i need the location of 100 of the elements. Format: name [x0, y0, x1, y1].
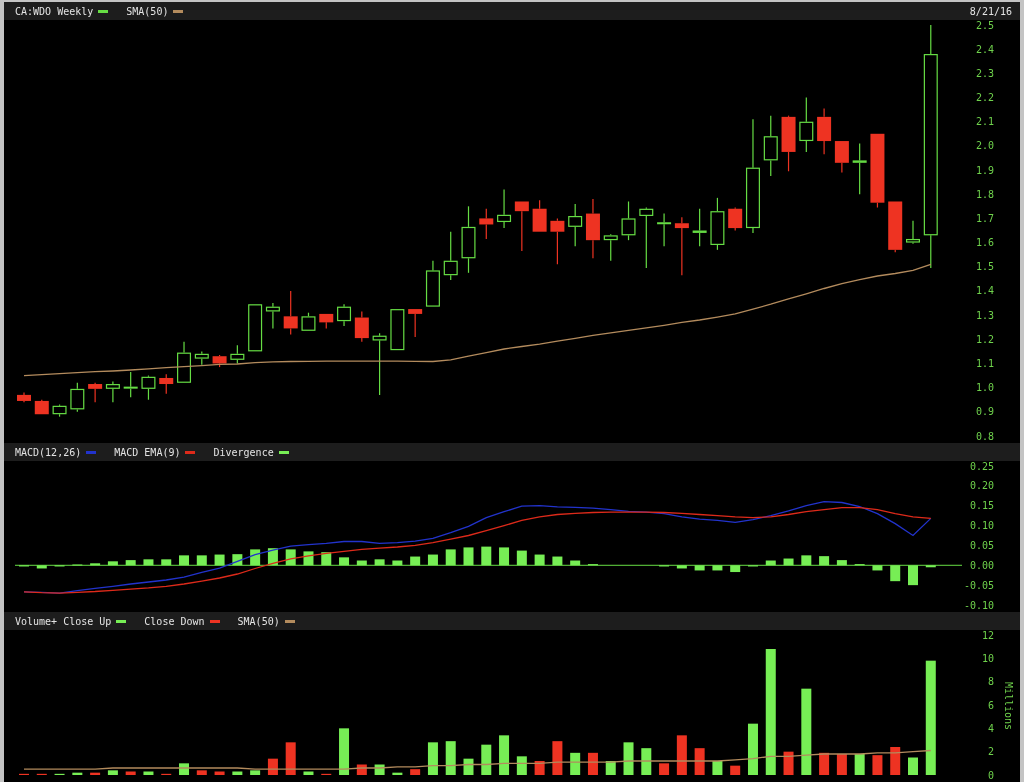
candlestick [70, 382, 85, 413]
axis-tick-label: 1.0 [975, 382, 994, 394]
chart-bar [481, 546, 492, 566]
axis-title: Millions [1002, 681, 1014, 731]
candlestick [390, 309, 405, 351]
chart-bar [410, 769, 421, 775]
chart-bar [659, 763, 670, 775]
chart-bar [854, 754, 865, 775]
chart-bar [267, 548, 278, 566]
candlestick [799, 96, 814, 153]
chart-bar [125, 771, 136, 775]
axis-tick-label: 1.8 [975, 188, 994, 200]
axis-tick-label: 4 [987, 722, 994, 734]
chart-bar [72, 772, 83, 775]
axis-tick-label: 1.4 [975, 285, 994, 297]
chart-bar [321, 552, 332, 566]
chart-bar [196, 555, 207, 566]
legend-label: MACD(12,26) [15, 446, 82, 458]
chart-bar [516, 756, 527, 775]
axis-tick-label: 1.7 [975, 212, 994, 224]
candlestick [817, 107, 832, 155]
axis-tick-label: 0.20 [969, 480, 994, 492]
candlestick [852, 142, 867, 195]
chart-bar [890, 565, 901, 582]
chart-bar [819, 556, 830, 566]
chart-bar [872, 565, 883, 571]
chart-bar [836, 754, 847, 775]
chart-bar [445, 741, 456, 775]
chart-bar [161, 559, 172, 566]
axis-tick-label: 1.5 [975, 261, 994, 273]
chart-bar [801, 555, 812, 566]
axis-tick-label: 2.4 [975, 43, 994, 55]
chart-bar [552, 556, 563, 566]
chart-bar [125, 560, 136, 566]
candlestick [159, 373, 174, 395]
chart-bar [285, 549, 296, 566]
chart-bar [534, 761, 545, 775]
candlestick [906, 220, 920, 245]
chart-date: 8/21/16 [969, 5, 1012, 17]
candlestick [230, 344, 245, 365]
chart-bar [676, 565, 687, 569]
axis-tick-label: 12 [981, 630, 994, 641]
candlestick [710, 197, 725, 251]
axis-tick-label: 1.1 [975, 357, 994, 369]
chart-bar [232, 554, 243, 566]
candlestick [674, 216, 689, 276]
candlestick [603, 233, 618, 262]
chart-bar [214, 554, 225, 566]
chart-bar [303, 771, 314, 775]
candlestick [568, 203, 583, 247]
axis-tick-label: 0.10 [969, 520, 994, 532]
axis-tick-label: 2.3 [975, 67, 994, 79]
chart-bar [90, 772, 101, 775]
chart-bar [499, 735, 510, 775]
candlestick [479, 208, 494, 240]
chart-bar [783, 751, 794, 775]
chart-bar [908, 565, 918, 586]
candlestick [657, 213, 672, 247]
chart-bar [445, 549, 456, 566]
chart-bar [143, 771, 154, 775]
axis-tick-label: 1.6 [975, 237, 994, 249]
chart-bar [552, 741, 563, 775]
legend-label: CA:WDO Weekly [15, 5, 94, 17]
candlestick [692, 208, 707, 247]
candlestick [301, 312, 316, 331]
chart-bar [765, 560, 776, 566]
chart-bar [143, 559, 154, 566]
chart-bar [516, 550, 527, 566]
candlestick [52, 403, 67, 418]
chart-bar [712, 761, 723, 775]
axis-tick-label: 8 [987, 676, 994, 688]
axis-tick-label: 0.8 [975, 430, 994, 442]
chart-bar [836, 560, 847, 566]
chart-bar [392, 560, 403, 566]
legend-label: Divergence [213, 446, 274, 458]
candlestick [888, 201, 903, 253]
candlestick [319, 313, 334, 329]
chart-bar [356, 560, 367, 566]
candlestick [639, 206, 654, 269]
candlestick [34, 399, 49, 415]
chart-bar [90, 563, 101, 566]
chart-bar [748, 723, 758, 775]
chart-bar [570, 752, 581, 775]
chart-bar [463, 547, 474, 566]
chart-bar [427, 742, 438, 775]
chart-bar [908, 757, 918, 775]
chart-bar [587, 752, 598, 775]
candlestick [88, 382, 103, 403]
candlestick [621, 200, 636, 241]
candlestick [105, 381, 120, 403]
axis-tick-label: 0 [987, 769, 994, 781]
candlestick [141, 374, 156, 401]
axis-tick-label: 1.3 [975, 309, 994, 321]
candlestick [728, 206, 743, 232]
chart-bar [641, 748, 652, 775]
candlestick [461, 205, 476, 274]
chart-bar [36, 565, 47, 569]
chart-bar [463, 758, 474, 775]
chart-bar [694, 565, 705, 571]
chart-bar [374, 764, 385, 775]
